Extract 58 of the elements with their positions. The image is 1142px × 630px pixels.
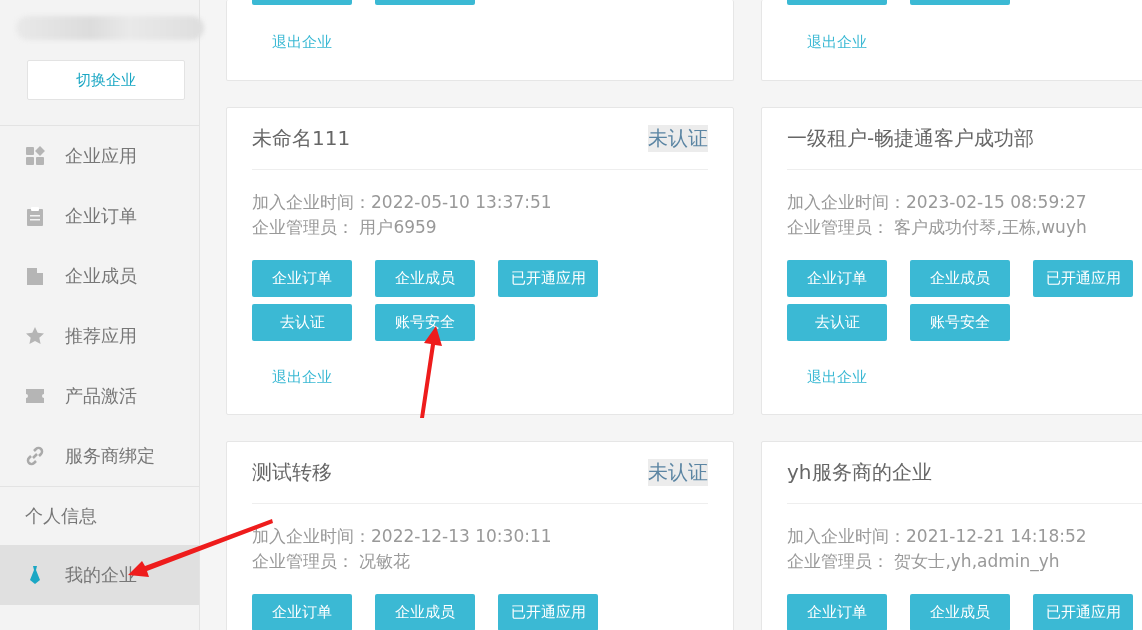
grid-icon [25,146,45,166]
action-button[interactable]: 账号安全 [910,304,1010,341]
link-icon [25,446,45,466]
ticket-icon [25,386,45,406]
action-button[interactable]: 已开通应用 [498,260,598,297]
join-time: 加入企业时间：2023-02-15 08:59:27 [787,191,1088,214]
action-button[interactable]: 企业成员 [375,594,475,630]
enterprise-name: 测试转移 [252,459,332,486]
sidebar-item[interactable]: 企业订单 [0,186,199,246]
sidebar-item[interactable]: 产品激活 [0,366,199,426]
button-edge[interactable] [910,0,1010,5]
section-header: 个人信息 [24,504,98,528]
button-edge[interactable] [787,0,887,5]
sidebar-item-label: 服务商绑定 [65,444,155,468]
sidebar-item-label: 企业成员 [65,264,137,288]
action-button[interactable]: 已开通应用 [498,594,598,630]
building-icon [25,266,45,286]
status-badge: 未认证 [648,125,708,152]
sidebar-item-label: 产品激活 [65,384,137,408]
join-time: 加入企业时间：2022-12-13 10:30:11 [252,525,553,548]
exit-enterprise-link[interactable]: 退出企业 [807,33,867,52]
action-button[interactable]: 企业订单 [252,260,352,297]
status-badge: 未认证 [648,459,708,486]
enterprise-name: yh服务商的企业 [787,459,932,486]
enterprise-name: 一级租户-畅捷通客户成功部 [787,125,1035,152]
action-button[interactable]: 企业订单 [787,260,887,297]
sidebar-item-label: 推荐应用 [65,324,137,348]
action-button[interactable]: 企业成员 [375,260,475,297]
action-button[interactable]: 企业成员 [910,594,1010,630]
action-button[interactable]: 企业订单 [252,594,352,630]
sidebar-item[interactable]: 企业应用 [0,126,199,186]
sidebar-item-label: 企业订单 [65,204,137,228]
sidebar-item[interactable]: 推荐应用 [0,306,199,366]
join-time: 加入企业时间：2021-12-21 14:18:52 [787,525,1088,548]
action-button[interactable]: 企业订单 [787,594,887,630]
admin-list: 企业管理员： 况敏花 [252,549,708,574]
admin-list: 企业管理员： 贺女士,yh,admin_yh [787,549,1142,574]
action-button[interactable]: 企业成员 [910,260,1010,297]
action-button[interactable]: 去认证 [787,304,887,341]
join-time: 加入企业时间：2022-05-10 13:37:51 [252,191,553,214]
button-edge[interactable] [375,0,475,5]
action-button[interactable]: 已开通应用 [1033,260,1133,297]
exit-enterprise-link[interactable]: 退出企业 [272,33,332,52]
switch-enterprise-button[interactable]: 切换企业 [27,60,185,100]
star-icon [25,326,45,346]
exit-enterprise-link[interactable]: 退出企业 [272,368,332,387]
sidebar-item-label: 企业应用 [65,144,137,168]
exit-enterprise-link[interactable]: 退出企业 [807,368,867,387]
action-button[interactable]: 账号安全 [375,304,475,341]
admin-list: 企业管理员： 客户成功付琴,王栋,wuyh [787,215,1142,240]
clipboard-icon [25,206,45,226]
button-edge[interactable] [252,0,352,5]
sidebar-item[interactable]: 企业成员 [0,246,199,306]
admin-list: 企业管理员： 用户6959 [252,215,708,240]
action-button[interactable]: 已开通应用 [1033,594,1133,630]
action-button[interactable]: 去认证 [252,304,352,341]
enterprise-name: 未命名111 [252,125,351,152]
sidebar-item[interactable]: 服务商绑定 [0,426,199,486]
